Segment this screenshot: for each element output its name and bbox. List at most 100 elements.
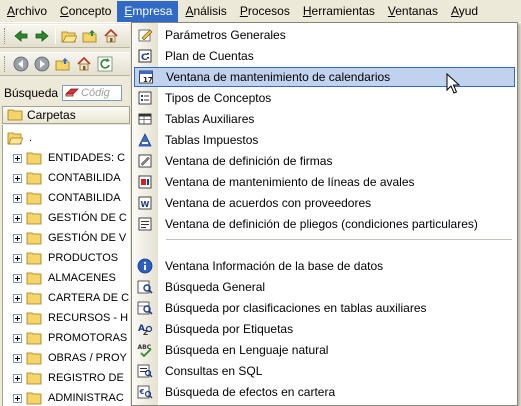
tree-item[interactable]: OBRAS / PROY [3,348,130,368]
menu-ayuda[interactable]: Ayud [444,1,484,22]
refresh-icon[interactable] [97,56,113,72]
eraser-icon[interactable] [65,87,79,100]
menu-item-busqueda-clasificaciones[interactable]: Búsqueda por clasificaciones en tablas a… [134,298,515,318]
tax-icon [134,130,156,150]
search-input[interactable]: Códig [62,85,123,101]
accounts-icon: C [134,46,156,66]
expand-icon[interactable] [13,193,22,203]
tree-item[interactable]: ENTIDADES: C [3,148,130,168]
forward-arrow-icon[interactable] [34,28,50,44]
folder-icon [26,392,42,404]
folder-up-icon[interactable] [55,56,71,72]
toolbar-grip[interactable] [4,28,7,44]
menu-procesos[interactable]: Procesos [233,1,296,22]
tree-item[interactable]: ALMACENES [3,268,130,288]
folders-panel-header[interactable]: Carpetas [2,106,130,124]
expand-icon[interactable] [13,313,22,323]
tree-item-label: ADMINISTRAC [48,392,124,404]
menu-item-definicion-firmas[interactable]: Ventana de definición de firmas [134,151,515,171]
menu-item-busqueda-efectos-cartera[interactable]: € Búsqueda de efectos en cartera [134,382,515,402]
svg-text:€: € [139,388,145,396]
folders-panel-title: Carpetas [27,108,76,122]
menu-item-lineas-avales[interactable]: Ventana de mantenimiento de líneas de av… [134,172,515,192]
tree-item[interactable]: PRODUCTOS [3,248,130,268]
tree-item[interactable]: REGISTRO DE [3,368,130,388]
folder-icon [26,152,42,164]
tree-item-label: PRODUCTOS [48,252,119,264]
tree-root-label: . [29,132,33,144]
menu-item-busqueda-general[interactable]: Búsqueda General [134,277,515,297]
menu-item-consultas-sql[interactable]: Consultas en SQL [134,361,515,381]
menu-item-definicion-pliegos[interactable]: Ventana de definición de pliegos (condic… [134,214,515,234]
home-icon[interactable] [76,56,92,72]
search-placeholder: Códig [81,87,110,99]
menu-item-tablas-impuestos[interactable]: Tablas Impuestos [134,130,515,150]
expand-icon[interactable] [13,253,22,263]
menu-herramientas[interactable]: Herramientas [296,1,381,22]
menu-item-plan-de-cuentas[interactable]: C Plan de Cuentas [134,46,515,66]
table-icon [134,109,156,129]
folder-icon [26,292,42,304]
menu-bar: Archivo Concepto Empresa Análisis Proces… [0,0,521,23]
expand-icon[interactable] [13,393,22,403]
folder-icon [26,232,42,244]
tree-item[interactable]: CONTABILIDA [3,168,130,188]
tree-item-label: CONTABILIDA [48,172,121,184]
menu-empresa[interactable]: Empresa [117,0,179,22]
menu-concepto[interactable]: Concepto [53,1,117,22]
tree-item-label: GESTIÓN DE C [48,212,127,224]
folder-icon [26,272,42,284]
tree-item[interactable]: CONTABILIDA [3,188,130,208]
tree-root[interactable]: . [3,128,130,148]
expand-icon[interactable] [13,153,22,163]
home-icon[interactable] [103,28,119,44]
folder-icon [26,332,42,344]
nav-forward-circle-icon[interactable] [34,56,50,72]
toolbar-grip[interactable] [4,56,7,72]
mouse-pointer-icon [446,73,460,94]
expand-icon[interactable] [13,173,22,183]
menu-ventanas[interactable]: Ventanas [381,1,444,22]
tree-item[interactable]: CARTERA DE C [3,288,130,308]
tree-item[interactable]: ADMINISTRAC [3,388,130,406]
back-arrow-icon[interactable] [13,28,29,44]
menu-item-acuerdos-proveedores[interactable]: W Ventana de acuerdos con proveedores [134,193,515,213]
folder-icon [26,372,42,384]
tree-item-label: CONTABILIDA [48,192,121,204]
folder-up-icon[interactable] [82,28,98,44]
tree-item[interactable]: GESTIÓN DE V [3,228,130,248]
expand-icon[interactable] [13,273,22,283]
expand-icon[interactable] [13,213,22,223]
portfolio-icon: € [134,382,156,402]
tree-item-label: PROMOTORAS [48,332,128,344]
tree-item[interactable]: RECURSOS - H [3,308,130,328]
tree-item-label: RECURSOS - H [48,312,129,324]
open-folder-icon[interactable] [61,28,77,44]
expand-icon[interactable] [13,373,22,383]
tag-icon: AZ [134,319,156,339]
tree-item[interactable]: GESTIÓN DE C [3,208,130,228]
open-folder-icon [7,132,23,144]
menu-item-informacion-bd[interactable]: Ventana Información de la base de datos [134,256,515,276]
tree-item-label: OBRAS / PROY [48,352,127,364]
expand-icon[interactable] [13,333,22,343]
menu-item-parametros-generales[interactable]: Parámetros Generales [134,25,515,45]
edit-icon [134,25,156,45]
agreement-icon: W [134,193,156,213]
list-icon [134,88,156,108]
folder-icon [26,352,42,364]
tree-item-label: ENTIDADES: C [48,152,126,164]
menu-analisis[interactable]: Análisis [178,1,232,22]
tree-item[interactable]: PROMOTORAS [3,328,130,348]
menu-item-busqueda-etiquetas[interactable]: AZ Búsqueda por Etiquetas [134,319,515,339]
folder-icon [26,212,42,224]
expand-icon[interactable] [13,233,22,243]
expand-icon[interactable] [13,353,22,363]
menu-archivo[interactable]: Archivo [0,1,53,22]
menu-item-tablas-auxiliares[interactable]: Tablas Auxiliares [134,109,515,129]
menu-item-busqueda-lenguaje-natural[interactable]: ABC Búsqueda en Lenguaje natural [134,340,515,360]
folder-icon [26,172,42,184]
expand-icon[interactable] [13,293,22,303]
nav-back-circle-icon[interactable] [13,56,29,72]
sql-icon [134,361,156,381]
